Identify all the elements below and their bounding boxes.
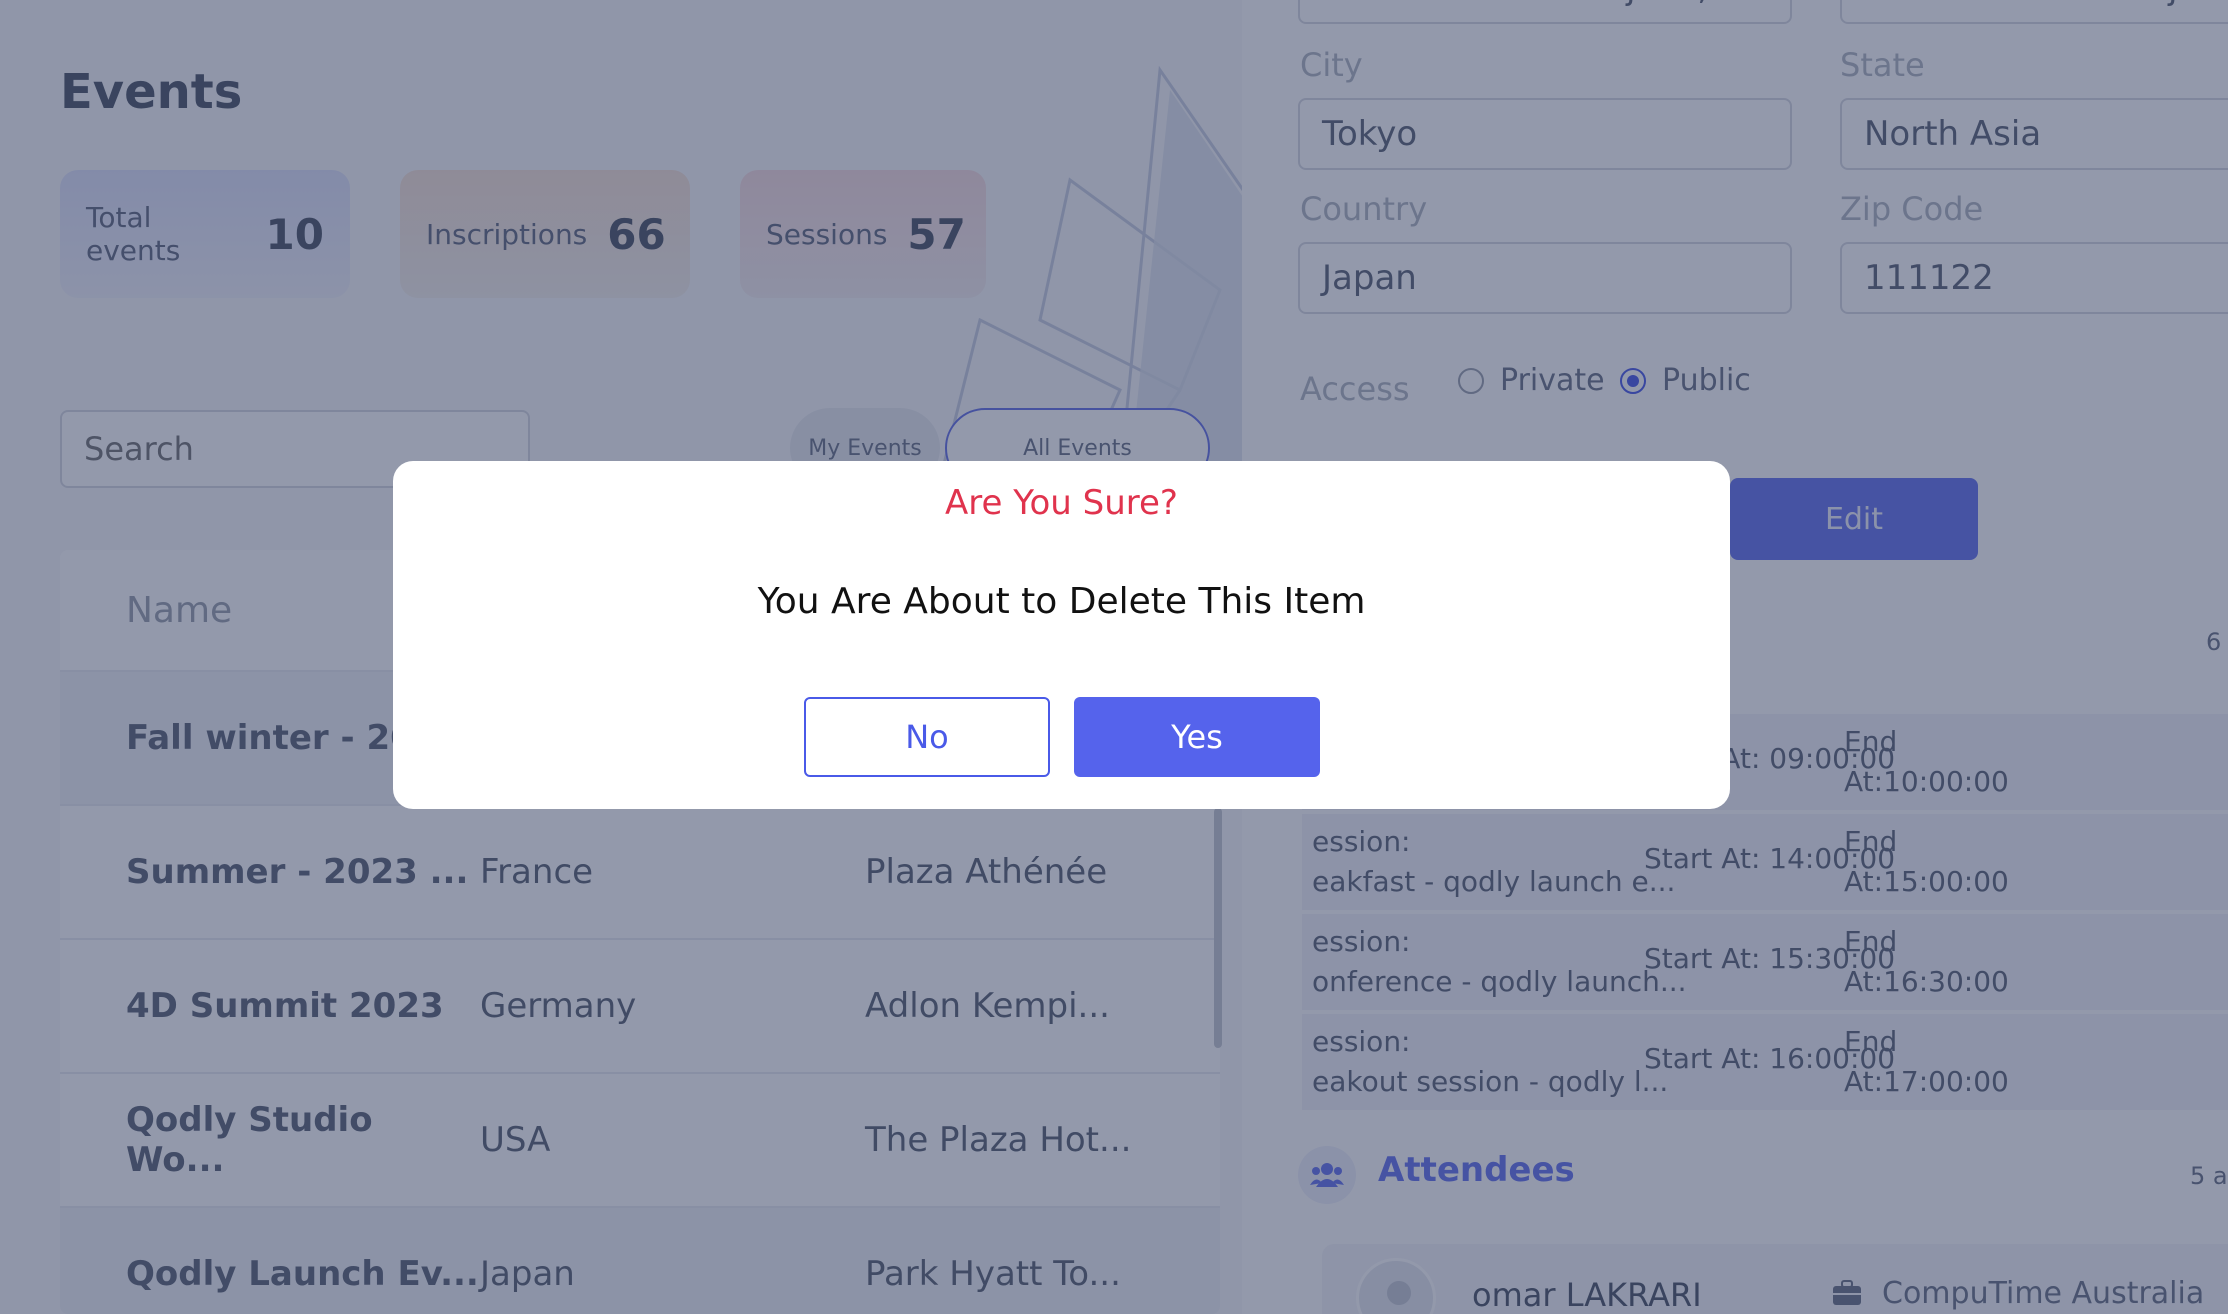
yes-button[interactable]: Yes	[1074, 697, 1320, 777]
dialog-title: Are You Sure?	[945, 483, 1178, 523]
dialog-message: You Are About to Delete This Item	[757, 581, 1366, 622]
no-button[interactable]: No	[804, 697, 1050, 777]
confirm-delete-dialog: Are You Sure? You Are About to Delete Th…	[393, 461, 1730, 809]
